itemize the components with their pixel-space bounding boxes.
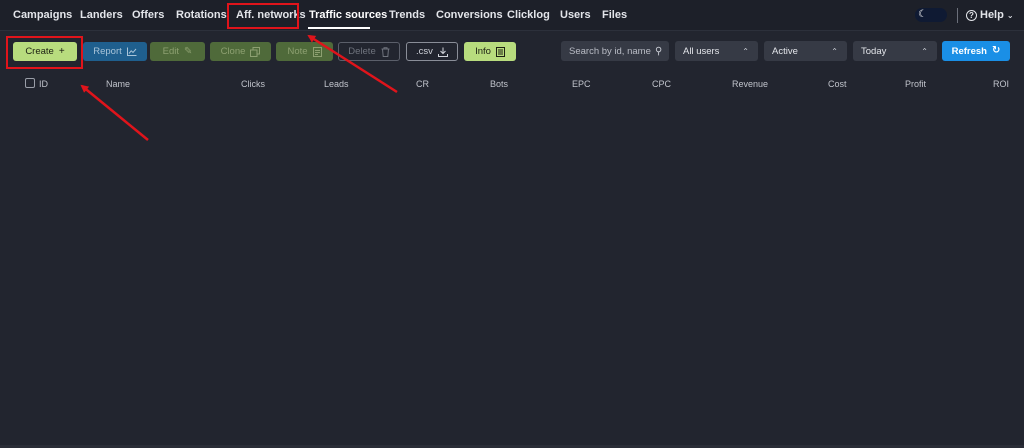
nav-item-conversions[interactable]: Conversions: [436, 9, 503, 21]
help-label: Help: [980, 9, 1004, 21]
refresh-icon: ↻: [991, 45, 1001, 56]
users-select-value: All users: [683, 45, 720, 57]
clone-label: Clone: [220, 46, 246, 57]
status-select-value: Active: [772, 45, 798, 57]
date-range-select[interactable]: Today ⌃: [853, 41, 937, 61]
question-icon: ?: [966, 9, 977, 21]
create-button[interactable]: Create +: [13, 42, 77, 61]
nav-divider: [957, 8, 958, 23]
column-header-name[interactable]: Name: [106, 79, 130, 89]
chevron-up-icon: ⌃: [742, 46, 749, 56]
nav-item-aff-networks[interactable]: Aff. networks: [236, 9, 306, 21]
theme-toggle[interactable]: ☾: [915, 8, 947, 22]
download-icon: [437, 47, 448, 57]
delete-button[interactable]: Delete: [338, 42, 400, 61]
column-header-profit[interactable]: Profit: [905, 79, 926, 89]
plus-icon: +: [58, 45, 65, 57]
column-header-cost[interactable]: Cost: [828, 79, 847, 89]
moon-icon: ☾: [918, 9, 927, 20]
top-navigation: Campaigns Landers Offers Rotations Aff. …: [0, 0, 1024, 31]
select-all-checkbox[interactable]: [25, 78, 35, 88]
delete-label: Delete: [348, 46, 376, 57]
date-select-value: Today: [861, 45, 887, 57]
column-header-leads[interactable]: Leads: [324, 79, 349, 89]
column-header-clicks[interactable]: Clicks: [241, 79, 265, 89]
annotation-arrows: [80, 34, 398, 141]
nav-item-trends[interactable]: Trends: [389, 9, 425, 21]
info-label: Info: [475, 46, 491, 57]
search-box[interactable]: ⚲: [561, 41, 669, 61]
search-input[interactable]: [569, 45, 655, 57]
refresh-label: Refresh: [951, 45, 987, 57]
arrow-to-create: [80, 84, 149, 141]
column-header-roi[interactable]: ROI: [993, 79, 1009, 89]
users-select[interactable]: All users ⌃: [675, 41, 758, 61]
clone-button[interactable]: Clone: [210, 42, 271, 61]
nav-item-landers[interactable]: Landers: [80, 9, 123, 21]
pencil-icon: ✎: [183, 45, 193, 57]
nav-item-campaigns[interactable]: Campaigns: [13, 9, 72, 21]
status-select[interactable]: Active ⌃: [764, 41, 847, 61]
document-icon: [495, 46, 505, 57]
create-label: Create: [25, 46, 54, 57]
note-label: Note: [287, 46, 308, 57]
export-csv-button[interactable]: .csv: [406, 42, 458, 61]
nav-item-clicklog[interactable]: Clicklog: [507, 9, 550, 21]
column-header-id[interactable]: ID: [39, 79, 48, 89]
column-header-cr[interactable]: CR: [416, 79, 429, 89]
nav-item-offers[interactable]: Offers: [132, 9, 164, 21]
refresh-button[interactable]: Refresh ↻: [942, 41, 1010, 61]
column-header-cpc[interactable]: CPC: [652, 79, 671, 89]
nav-item-traffic-sources[interactable]: Traffic sources: [309, 9, 387, 21]
chevron-down-icon: ⌄: [1006, 10, 1014, 20]
chevron-up-icon: ⌃: [831, 46, 838, 56]
report-button[interactable]: Report: [83, 42, 147, 61]
report-label: Report: [93, 46, 122, 57]
edit-label: Edit: [162, 46, 179, 57]
nav-item-users[interactable]: Users: [560, 9, 591, 21]
column-header-bots[interactable]: Bots: [490, 79, 508, 89]
info-button[interactable]: Info: [464, 42, 516, 61]
edit-button[interactable]: Edit ✎: [150, 42, 205, 61]
note-icon: [312, 46, 322, 57]
copy-icon: [250, 46, 261, 57]
csv-label: .csv: [416, 46, 433, 57]
chevron-up-icon: ⌃: [921, 46, 928, 56]
chart-icon: [126, 47, 137, 56]
nav-item-files[interactable]: Files: [602, 9, 627, 21]
note-button[interactable]: Note: [276, 42, 333, 61]
column-header-epc[interactable]: EPC: [572, 79, 591, 89]
nav-item-rotations[interactable]: Rotations: [176, 9, 227, 21]
help-menu[interactable]: ? Help ⌄: [966, 9, 1014, 21]
active-tab-indicator: [308, 27, 370, 29]
trash-icon: [381, 46, 390, 57]
search-icon[interactable]: ⚲: [655, 46, 662, 57]
column-header-revenue[interactable]: Revenue: [732, 79, 768, 89]
